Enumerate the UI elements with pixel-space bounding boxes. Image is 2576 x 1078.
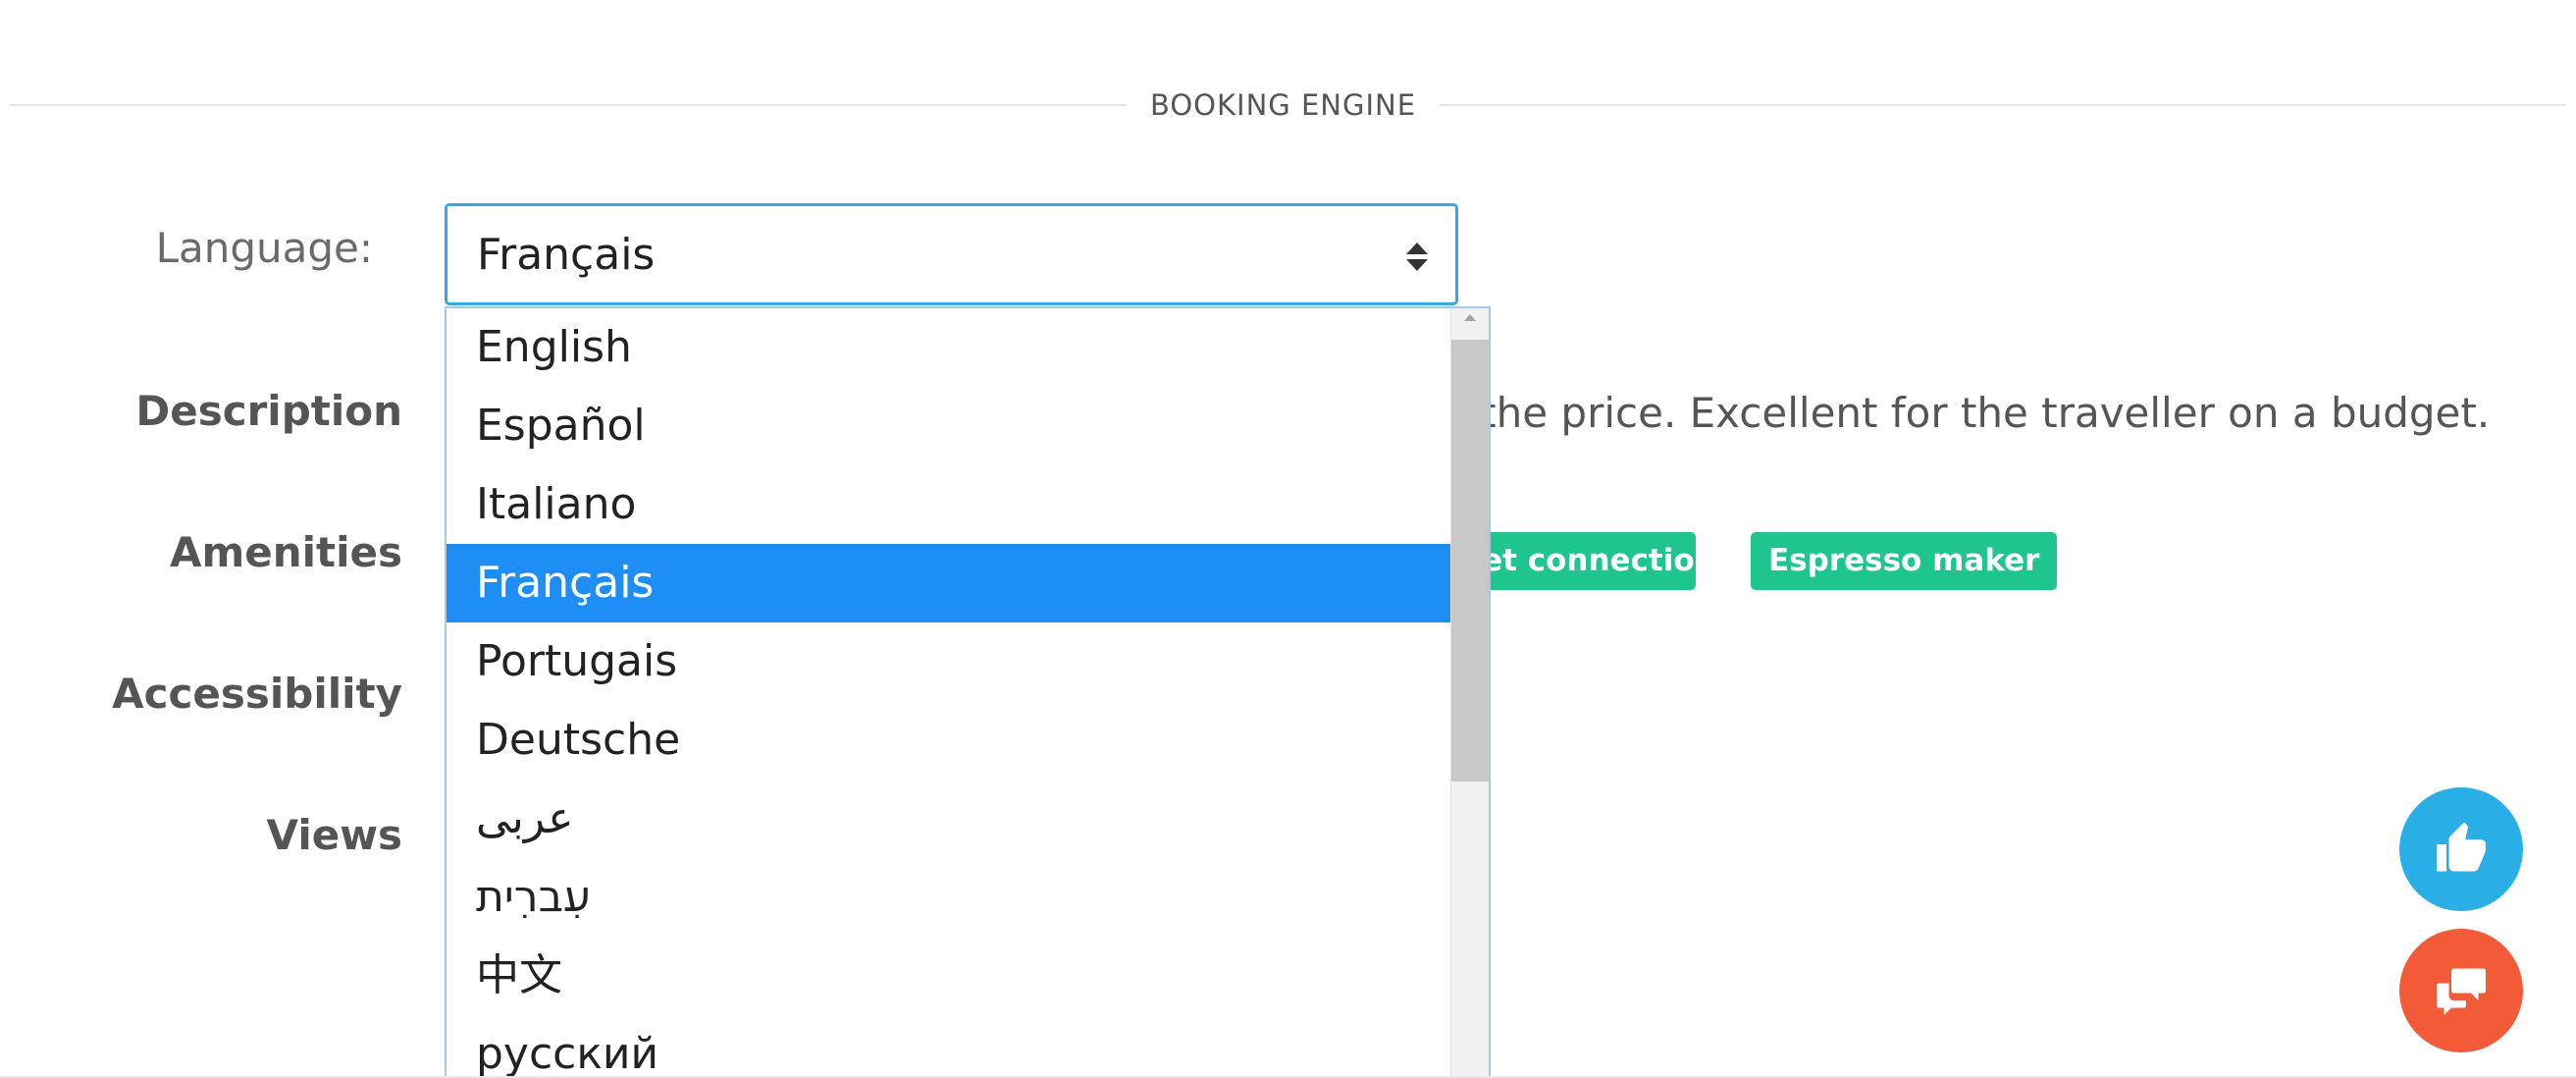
language-option[interactable]: Español <box>447 387 1455 465</box>
amenities-label: Amenities <box>169 528 402 576</box>
sort-arrows-icon <box>1406 243 1428 272</box>
language-option[interactable]: עִברִית <box>447 858 1455 937</box>
chat-button[interactable] <box>2399 929 2523 1052</box>
amenity-tag: Espresso maker <box>1751 532 2058 590</box>
language-option[interactable]: English <box>447 308 1455 387</box>
thumbs-up-icon <box>2437 822 2486 872</box>
language-option[interactable]: Portugais <box>447 622 1455 701</box>
language-option[interactable]: عربى <box>447 780 1455 858</box>
section-divider-right <box>1440 104 2566 106</box>
language-option[interactable]: Italiano <box>447 465 1455 544</box>
language-label: Language: <box>155 224 373 272</box>
scrollbar-thumb[interactable] <box>1451 340 1489 782</box>
description-label: Description <box>135 387 402 435</box>
language-option-selected[interactable]: Français <box>447 544 1455 622</box>
language-option[interactable]: русский <box>447 1015 1455 1078</box>
section-title: BOOKING ENGINE <box>1149 88 1417 122</box>
language-select-value: Français <box>477 230 656 280</box>
section-divider-left <box>10 104 1127 106</box>
dropdown-scrollbar[interactable] <box>1450 308 1489 1078</box>
language-dropdown-list[interactable]: English Español Italiano Français Portug… <box>445 306 1491 1078</box>
chat-bubbles-icon <box>2437 968 2486 1015</box>
page: BOOKING ENGINE Language: Description Ame… <box>0 0 2576 1078</box>
language-select[interactable]: Français <box>445 203 1458 305</box>
like-button[interactable] <box>2399 787 2523 911</box>
scroll-up-arrow-icon[interactable] <box>1464 314 1476 321</box>
language-option[interactable]: Deutsche <box>447 701 1455 780</box>
language-option[interactable]: 中文 <box>447 937 1455 1015</box>
views-label: Views <box>266 811 402 859</box>
description-text: f the price. Excellent for the traveller… <box>1452 389 2491 437</box>
accessibility-label: Accessibility <box>112 670 402 718</box>
